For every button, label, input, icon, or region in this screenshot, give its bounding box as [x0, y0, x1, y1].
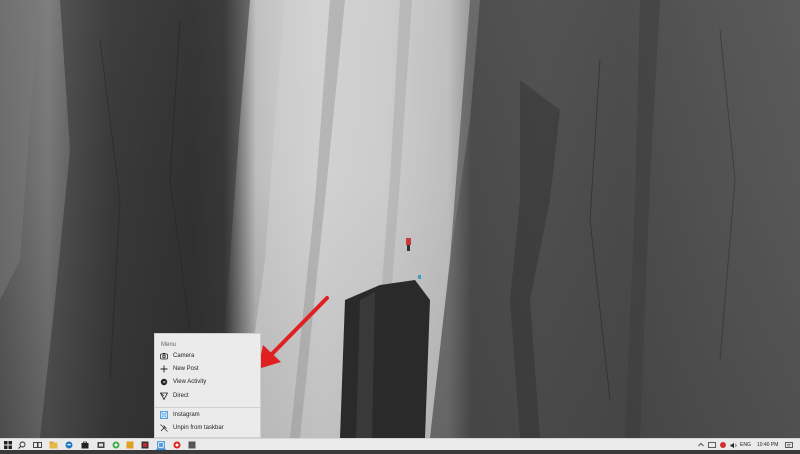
- notification-badge-icon[interactable]: [719, 439, 727, 451]
- red-arrow-annotation: [258, 296, 329, 369]
- direct-send-icon: [160, 392, 168, 400]
- app-icon[interactable]: [111, 440, 121, 450]
- app-icon[interactable]: [125, 440, 135, 450]
- search-icon[interactable]: [17, 440, 27, 450]
- app-icon[interactable]: [140, 440, 150, 450]
- network-icon[interactable]: [708, 439, 716, 451]
- unpin-icon: [160, 424, 168, 432]
- jump-list-item-new-post[interactable]: New Post: [155, 363, 260, 375]
- language-indicator[interactable]: ENG: [740, 439, 751, 451]
- jump-list-item-instagram[interactable]: Instagram: [155, 407, 260, 421]
- task-view-icon[interactable]: [32, 440, 42, 450]
- windows-start-icon[interactable]: [3, 440, 13, 450]
- app-icon[interactable]: [187, 440, 197, 450]
- jump-list-label: Instagram: [173, 411, 200, 418]
- clock[interactable]: 10:40 PM: [757, 439, 778, 451]
- volume-icon[interactable]: [730, 439, 738, 451]
- jump-list-label: Camera: [173, 353, 195, 359]
- jump-list-label: Unpin from taskbar: [173, 425, 224, 431]
- jump-list-label: Direct: [173, 393, 189, 399]
- jump-list-item-camera[interactable]: Camera: [155, 350, 260, 362]
- jump-list-label: View Activity: [173, 379, 207, 385]
- file-explorer-icon[interactable]: [48, 440, 58, 450]
- jump-list-item-view-activity[interactable]: View Activity: [155, 376, 260, 388]
- instagram-icon: [160, 410, 168, 419]
- instagram-icon: [157, 436, 165, 454]
- jump-list-label: New Post: [173, 366, 199, 372]
- tray-overflow-chevron-icon[interactable]: [698, 439, 704, 451]
- app-icon[interactable]: [172, 440, 182, 450]
- edge-icon[interactable]: [64, 440, 74, 450]
- camera-icon: [160, 352, 168, 360]
- activity-icon: [160, 378, 168, 386]
- plus-icon: [160, 365, 168, 373]
- jump-list-item-direct[interactable]: Direct: [155, 390, 260, 402]
- store-icon[interactable]: [80, 440, 90, 450]
- instagram-taskbar-button[interactable]: [156, 440, 166, 450]
- taskbar-jump-list: Menu Camera New Post View Activity Direc…: [154, 333, 261, 438]
- action-center-icon[interactable]: [785, 439, 793, 451]
- jump-list-header: Menu: [161, 342, 177, 348]
- folder-icon[interactable]: [96, 440, 106, 450]
- jump-list-item-unpin[interactable]: Unpin from taskbar: [155, 422, 260, 434]
- taskbar: ENG 10:40 PM: [0, 438, 800, 450]
